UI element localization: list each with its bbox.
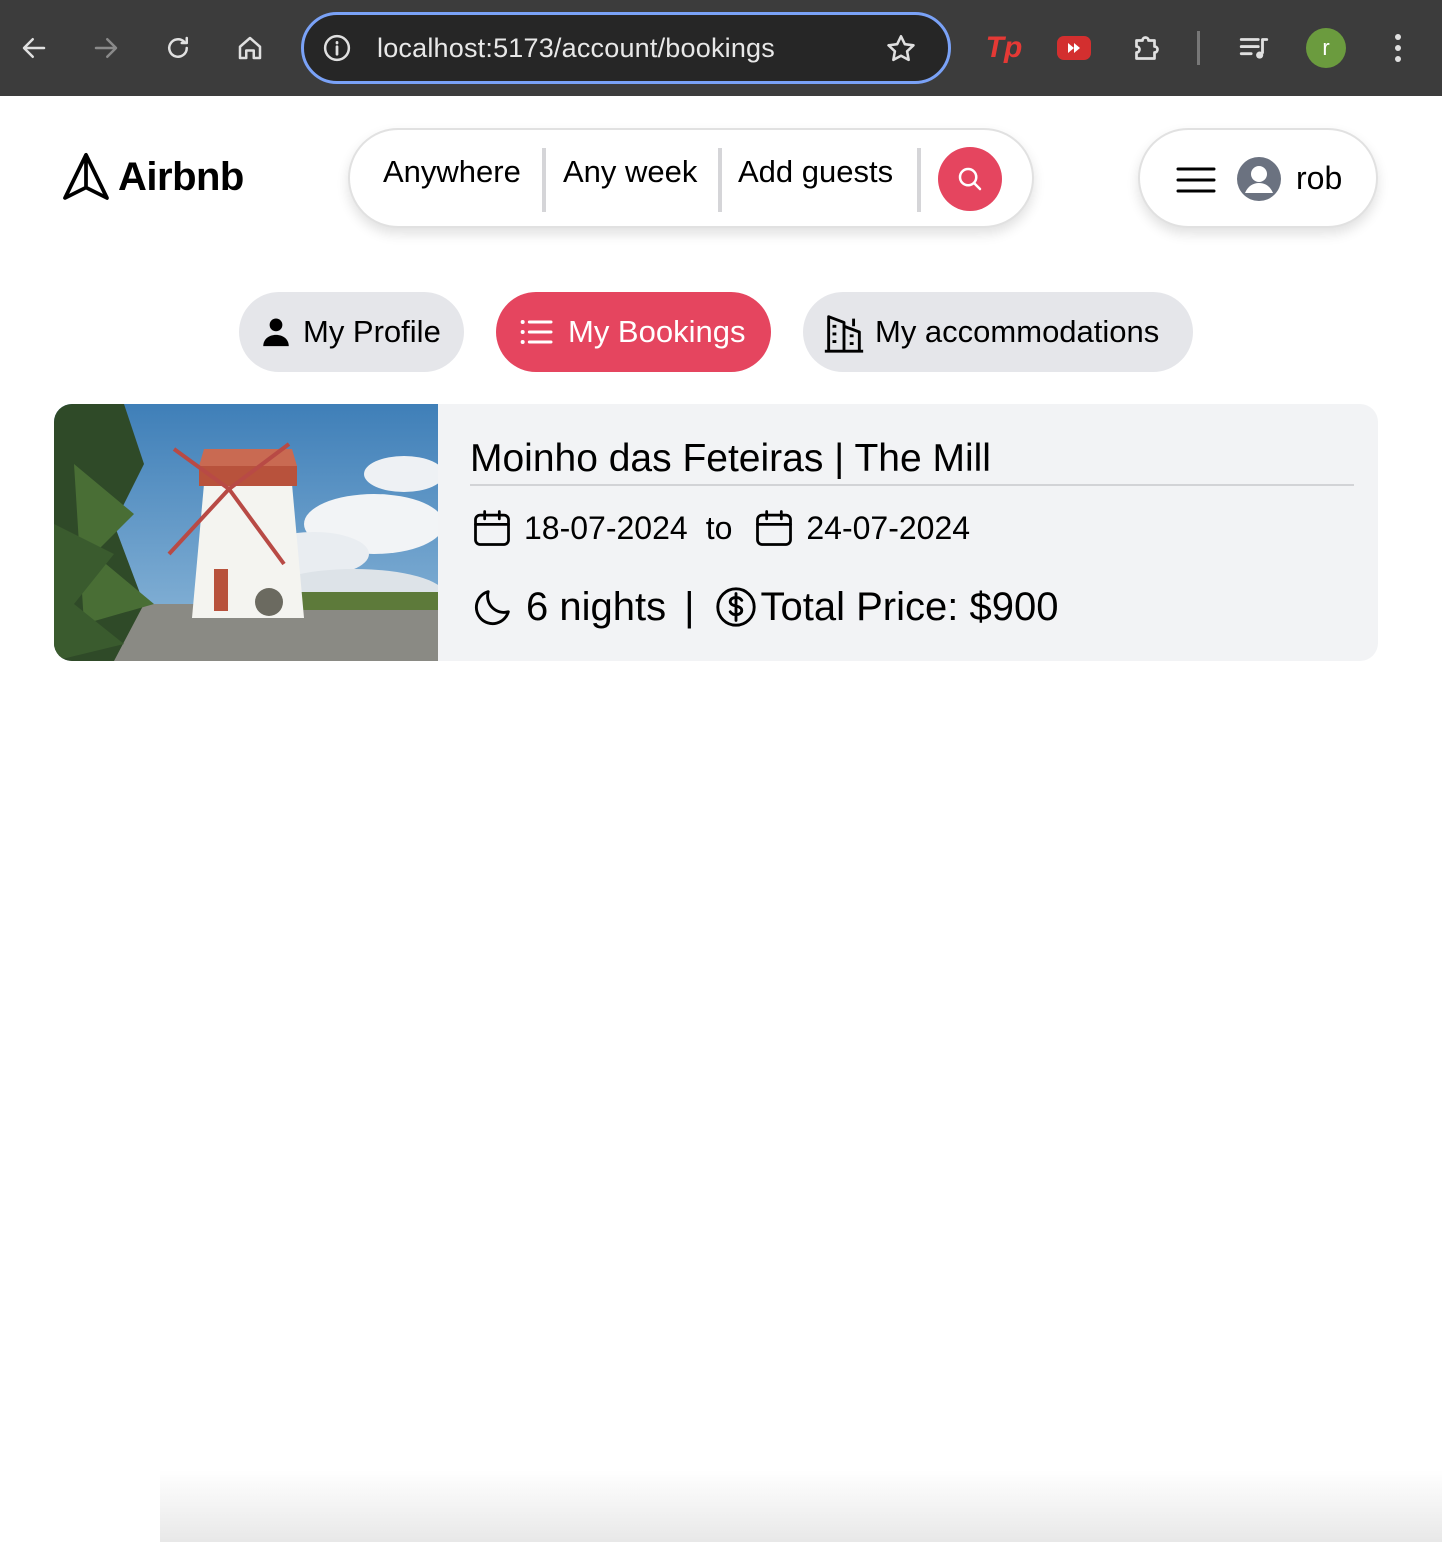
tab-label: My Profile xyxy=(303,314,441,349)
calendar-icon xyxy=(474,510,510,546)
reload-button[interactable] xyxy=(154,24,202,72)
address-bar[interactable]: localhost:5173/account/bookings xyxy=(301,12,951,84)
extension-tp-icon[interactable]: Tp xyxy=(984,28,1024,68)
summary-separator: | xyxy=(684,584,695,629)
booking-card[interactable]: Moinho das Feteiras | The Mill 18-07-202… xyxy=(54,404,1378,661)
arrow-left-icon xyxy=(22,38,46,58)
list-icon xyxy=(520,320,553,344)
tab-label: My Bookings xyxy=(568,314,746,349)
building-icon xyxy=(824,315,864,353)
search-divider xyxy=(542,148,546,212)
user-icon xyxy=(263,318,289,347)
calendar-icon xyxy=(756,510,793,546)
more-menu-icon[interactable] xyxy=(1384,28,1412,68)
nights-count: 6 nights xyxy=(526,584,667,629)
window-shadow xyxy=(160,1470,1442,1542)
logo-text: Airbnb xyxy=(118,154,244,199)
arrow-right-icon xyxy=(94,38,118,58)
url-text[interactable]: localhost:5173/account/bookings xyxy=(377,33,775,64)
extensions-puzzle-icon[interactable] xyxy=(1128,28,1166,68)
extension-video-icon[interactable] xyxy=(1056,28,1092,68)
media-control-icon[interactable] xyxy=(1236,28,1272,68)
check-out-date: 24-07-2024 xyxy=(806,509,971,546)
tab-label: My accommodations xyxy=(875,314,1160,349)
tab-my-profile[interactable]: My Profile xyxy=(239,292,464,372)
booking-title[interactable]: Moinho das Feteiras | The Mill xyxy=(470,437,991,481)
search-where[interactable]: Anywhere xyxy=(383,154,521,190)
user-name: rob xyxy=(1296,160,1343,196)
browser-toolbar: localhost:5173/account/bookings Tp r xyxy=(0,0,1442,96)
site-info-icon[interactable] xyxy=(322,33,352,63)
date-to-label: to xyxy=(705,509,733,546)
paper-plane-logo-icon xyxy=(63,152,109,200)
search-icon xyxy=(958,167,982,191)
booking-photo xyxy=(54,404,438,661)
user-menu-button[interactable]: rob xyxy=(1138,128,1378,228)
hamburger-menu-icon xyxy=(1176,167,1216,193)
dollar-circle-icon xyxy=(715,587,756,627)
moon-icon xyxy=(475,590,510,625)
home-icon xyxy=(238,36,262,60)
search-who[interactable]: Add guests xyxy=(738,154,893,190)
search-when[interactable]: Any week xyxy=(563,154,697,190)
tab-my-bookings[interactable]: My Bookings xyxy=(496,292,771,372)
logo-link[interactable]: Airbnb xyxy=(58,148,244,206)
booking-summary: 6 nights | Total Price: $900 xyxy=(470,584,1058,630)
check-in-date: 18-07-2024 xyxy=(524,509,688,546)
search-button[interactable] xyxy=(938,147,1002,211)
reload-icon xyxy=(168,36,188,58)
search-divider xyxy=(718,148,722,212)
search-bar[interactable]: Anywhere Any week Add guests xyxy=(348,128,1034,228)
toolbar-divider xyxy=(1197,31,1200,65)
title-divider xyxy=(470,484,1354,486)
booking-dates: 18-07-2024 to 24-07-2024 xyxy=(470,506,970,550)
forward-button[interactable] xyxy=(82,24,130,72)
search-divider xyxy=(917,148,921,212)
back-button[interactable] xyxy=(10,24,58,72)
bookmark-star-icon[interactable] xyxy=(884,32,918,66)
tab-my-accommodations[interactable]: My accommodations xyxy=(803,292,1193,372)
user-avatar-icon xyxy=(1237,157,1281,201)
home-button[interactable] xyxy=(226,24,274,72)
browser-profile-avatar[interactable]: r xyxy=(1306,28,1346,68)
total-price: Total Price: $900 xyxy=(760,584,1059,629)
